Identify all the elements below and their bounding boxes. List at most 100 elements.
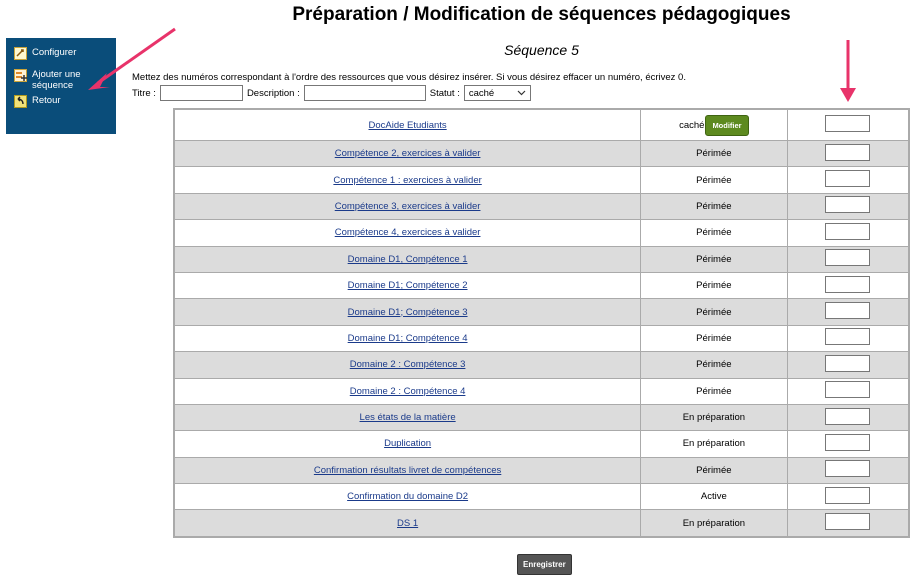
order-input[interactable] bbox=[825, 249, 871, 267]
back-icon bbox=[14, 95, 27, 108]
resource-link[interactable]: Domaine 2 : Compétence 3 bbox=[350, 359, 466, 370]
resource-link[interactable]: Confirmation résultats livret de compéte… bbox=[314, 465, 501, 476]
resource-link[interactable]: Compétence 1 : exercices à valider bbox=[333, 175, 481, 186]
resource-link[interactable]: Domaine 2 : Compétence 4 bbox=[350, 386, 466, 397]
resource-link[interactable]: Compétence 3, exercices à valider bbox=[335, 201, 481, 212]
resource-order-cell bbox=[787, 139, 909, 168]
resource-title-cell: Duplication bbox=[174, 430, 642, 458]
order-input[interactable] bbox=[825, 170, 871, 188]
resource-title-cell: Domaine D1, Compétence 1 bbox=[174, 245, 642, 273]
resource-link[interactable]: Domaine D1, Compétence 1 bbox=[348, 254, 468, 265]
sidebar-item-label: Retour bbox=[32, 95, 61, 106]
save-button[interactable]: Enregistrer bbox=[517, 554, 572, 575]
order-input[interactable] bbox=[825, 407, 871, 425]
table-row: Domaine 2 : Compétence 3 Périmée bbox=[174, 351, 909, 379]
modify-button[interactable]: Modifier bbox=[705, 114, 749, 136]
order-input[interactable] bbox=[825, 460, 871, 478]
resource-status-cell: Périmée bbox=[640, 219, 788, 247]
table-row: Domaine 2 : Compétence 4 Périmée bbox=[174, 377, 909, 405]
resource-order-cell bbox=[787, 108, 909, 141]
title-filter-input[interactable] bbox=[159, 85, 243, 101]
resource-order-cell bbox=[787, 192, 909, 221]
resource-link[interactable]: DS 1 bbox=[397, 518, 418, 529]
resource-link[interactable]: Confirmation du domaine D2 bbox=[347, 491, 468, 502]
status-text: caché bbox=[679, 119, 705, 131]
order-input[interactable] bbox=[825, 275, 871, 293]
resource-title-cell: Domaine D1; Compétence 2 bbox=[174, 271, 642, 300]
resource-order-cell bbox=[787, 483, 909, 511]
order-input[interactable] bbox=[825, 222, 871, 240]
table-row: Domaine D1, Compétence 1 Périmée bbox=[174, 245, 909, 273]
status-text: Périmée bbox=[696, 253, 732, 265]
table-row: Domaine D1; Compétence 4 Périmée bbox=[174, 324, 909, 353]
resource-title-cell: Domaine D1; Compétence 4 bbox=[174, 324, 642, 353]
resource-order-cell bbox=[787, 245, 909, 273]
resource-status-cell: En préparation bbox=[640, 509, 788, 538]
table-row: Les états de la matière En préparation bbox=[174, 403, 909, 432]
description-filter-input[interactable] bbox=[303, 85, 426, 101]
order-input[interactable] bbox=[825, 381, 871, 399]
resource-link[interactable]: Duplication bbox=[384, 438, 431, 449]
order-input[interactable] bbox=[825, 115, 871, 132]
sequence-title: Séquence 5 bbox=[504, 42, 579, 58]
instructions-text: Mettez des numéros correspondant à l'ord… bbox=[132, 72, 686, 83]
resource-title-cell: Compétence 3, exercices à valider bbox=[174, 192, 642, 221]
resource-title-cell: Domaine 2 : Compétence 4 bbox=[174, 377, 642, 405]
resource-order-cell bbox=[787, 377, 909, 405]
table-row: Domaine D1; Compétence 2 Périmée bbox=[174, 271, 909, 300]
status-text: Périmée bbox=[696, 359, 732, 371]
resource-link[interactable]: Les états de la matière bbox=[360, 412, 456, 423]
status-text: Périmée bbox=[696, 280, 732, 292]
resource-title-cell: Domaine D1; Compétence 3 bbox=[174, 298, 642, 326]
sidebar-item-back[interactable]: Retour bbox=[14, 95, 112, 108]
table-row: Compétence 4, exercices à valider Périmée bbox=[174, 219, 909, 247]
resource-order-cell bbox=[787, 351, 909, 379]
order-input[interactable] bbox=[825, 302, 871, 320]
configure-icon bbox=[14, 47, 27, 60]
order-input[interactable] bbox=[825, 354, 871, 372]
title-filter-label: Titre : bbox=[132, 87, 156, 99]
table-row: Duplication En préparation bbox=[174, 430, 909, 458]
resource-link[interactable]: Domaine D1; Compétence 2 bbox=[348, 280, 468, 291]
description-filter-label: Description : bbox=[246, 87, 300, 99]
resource-title-cell: Domaine 2 : Compétence 3 bbox=[174, 351, 642, 379]
order-input[interactable] bbox=[825, 433, 871, 451]
order-input[interactable] bbox=[825, 196, 871, 214]
status-filter-select[interactable]: caché bbox=[463, 85, 531, 101]
sidebar-item-configure[interactable]: Configurer bbox=[14, 47, 112, 60]
resource-title-cell: Compétence 1 : exercices à valider bbox=[174, 166, 642, 194]
resource-link[interactable]: Domaine D1; Compétence 4 bbox=[348, 333, 468, 344]
status-text: Périmée bbox=[696, 148, 732, 160]
order-input[interactable] bbox=[825, 513, 871, 531]
resource-status-cell: caché Modifier bbox=[640, 108, 788, 141]
order-input[interactable] bbox=[825, 328, 871, 346]
table-row: DocAide Etudiants caché Modifier bbox=[174, 108, 909, 141]
resource-status-cell: Périmée bbox=[640, 166, 788, 194]
order-input[interactable] bbox=[825, 486, 871, 504]
resource-order-cell bbox=[787, 430, 909, 458]
resource-title-cell: Compétence 2, exercices à valider bbox=[174, 139, 642, 168]
resource-link[interactable]: DocAide Etudiants bbox=[369, 120, 447, 131]
sidebar-item-label: Configurer bbox=[32, 47, 77, 58]
sidebar-item-add-sequence[interactable]: Ajouter une séquence bbox=[14, 69, 112, 91]
resource-link[interactable]: Compétence 2, exercices à valider bbox=[335, 148, 481, 159]
status-text: Périmée bbox=[696, 306, 732, 318]
table-row: Compétence 3, exercices à valider Périmée bbox=[174, 192, 909, 221]
status-filter-label: Statut : bbox=[429, 87, 460, 99]
status-text: En préparation bbox=[682, 517, 746, 529]
order-input[interactable] bbox=[825, 143, 871, 161]
resource-status-cell: En préparation bbox=[640, 403, 788, 432]
chevron-down-icon bbox=[517, 88, 526, 99]
resources-table: DocAide Etudiants caché Modifier Compétence… bbox=[173, 108, 910, 538]
add-sequence-icon bbox=[14, 69, 27, 82]
resource-title-cell: Confirmation résultats livret de compéte… bbox=[174, 456, 642, 485]
status-text: Périmée bbox=[696, 200, 732, 212]
resource-link[interactable]: Domaine D1; Compétence 3 bbox=[348, 307, 468, 318]
resource-status-cell: Périmée bbox=[640, 298, 788, 326]
resource-title-cell: DS 1 bbox=[174, 509, 642, 538]
resource-title-cell: Confirmation du domaine D2 bbox=[174, 483, 642, 511]
table-row: DS 1 En préparation bbox=[174, 509, 909, 538]
resource-order-cell bbox=[787, 509, 909, 538]
sidebar-menu: Configurer Ajouter une séquence Retour bbox=[6, 38, 116, 134]
resource-link[interactable]: Compétence 4, exercices à valider bbox=[335, 227, 481, 238]
